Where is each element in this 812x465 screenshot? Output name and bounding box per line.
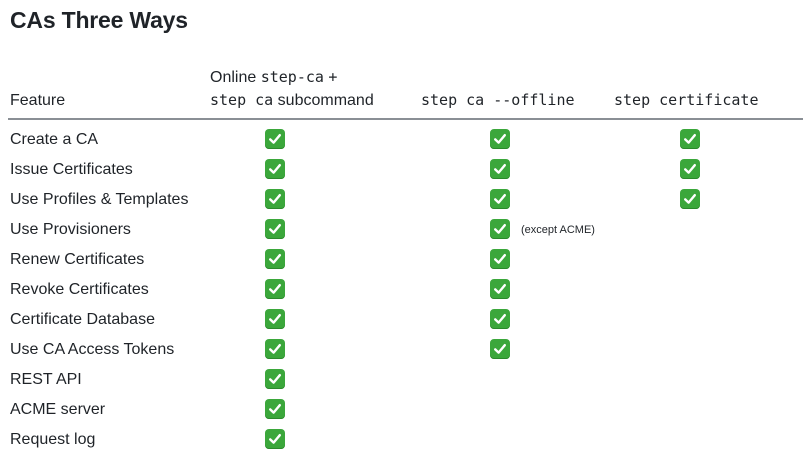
table-row: Use Profiles & Templates: [0, 185, 812, 215]
table-row: Issue Certificates: [0, 155, 812, 185]
online-code-step-ca: step-ca: [260, 68, 324, 86]
feature-label: Issue Certificates: [10, 161, 133, 178]
table-row: Revoke Certificates: [0, 275, 812, 305]
feature-label: Create a CA: [10, 131, 99, 148]
white-check-mark-icon: [680, 159, 700, 179]
white-check-mark-icon: [490, 249, 510, 269]
white-check-mark-icon: [265, 249, 285, 269]
column-header-online-line2: step ca subcommand: [210, 89, 374, 112]
table-row: Create a CA: [0, 125, 812, 155]
white-check-mark-icon: [490, 339, 510, 359]
online-subcommand-label: subcommand: [277, 92, 374, 109]
feature-label: Use CA Access Tokens: [10, 341, 175, 358]
white-check-mark-icon: [265, 309, 285, 329]
column-header-certificate: step certificate: [614, 91, 759, 109]
white-check-mark-icon: [680, 129, 700, 149]
white-check-mark-icon: [265, 129, 285, 149]
table-row: Use CA Access Tokens: [0, 335, 812, 365]
table-row: ACME server: [0, 395, 812, 425]
white-check-mark-icon: [265, 219, 285, 239]
feature-label: Use Provisioners: [10, 221, 131, 238]
header-divider: [8, 118, 803, 120]
column-header-offline: step ca --offline: [421, 91, 575, 109]
feature-label: Renew Certificates: [10, 251, 145, 268]
white-check-mark-icon: [490, 189, 510, 209]
white-check-mark-icon: [490, 129, 510, 149]
feature-label: Request log: [10, 431, 96, 448]
table-row: Renew Certificates: [0, 245, 812, 275]
feature-label: REST API: [10, 371, 82, 388]
white-check-mark-icon: [265, 279, 285, 299]
column-header-feature: Feature: [10, 92, 66, 109]
feature-label: Revoke Certificates: [10, 281, 149, 298]
online-code-step-ca-cmd: step ca: [210, 91, 274, 109]
feature-label: Use Profiles & Templates: [10, 191, 189, 208]
column-header-online-line1: Online step-ca +: [210, 66, 374, 89]
feature-label: ACME server: [10, 401, 106, 418]
white-check-mark-icon: [490, 219, 510, 239]
white-check-mark-icon: [490, 159, 510, 179]
table-row: Use Provisioners (except ACME): [0, 215, 812, 245]
white-check-mark-icon: [490, 279, 510, 299]
white-check-mark-icon: [265, 189, 285, 209]
page-title: CAs Three Ways: [10, 7, 188, 33]
white-check-mark-icon: [490, 309, 510, 329]
feature-label: Certificate Database: [10, 311, 155, 328]
white-check-mark-icon: [265, 369, 285, 389]
white-check-mark-icon: [265, 429, 285, 449]
online-label: Online: [210, 69, 257, 86]
white-check-mark-icon: [265, 159, 285, 179]
online-plus: +: [328, 68, 338, 86]
table-row: Certificate Database: [0, 305, 812, 335]
white-check-mark-icon: [265, 399, 285, 419]
table-row: REST API: [0, 365, 812, 395]
white-check-mark-icon: [680, 189, 700, 209]
table-row: Request log: [0, 425, 812, 455]
white-check-mark-icon: [265, 339, 285, 359]
offline-note: (except ACME): [521, 224, 595, 236]
column-header-online: Online step-ca + step ca subcommand: [210, 66, 374, 112]
